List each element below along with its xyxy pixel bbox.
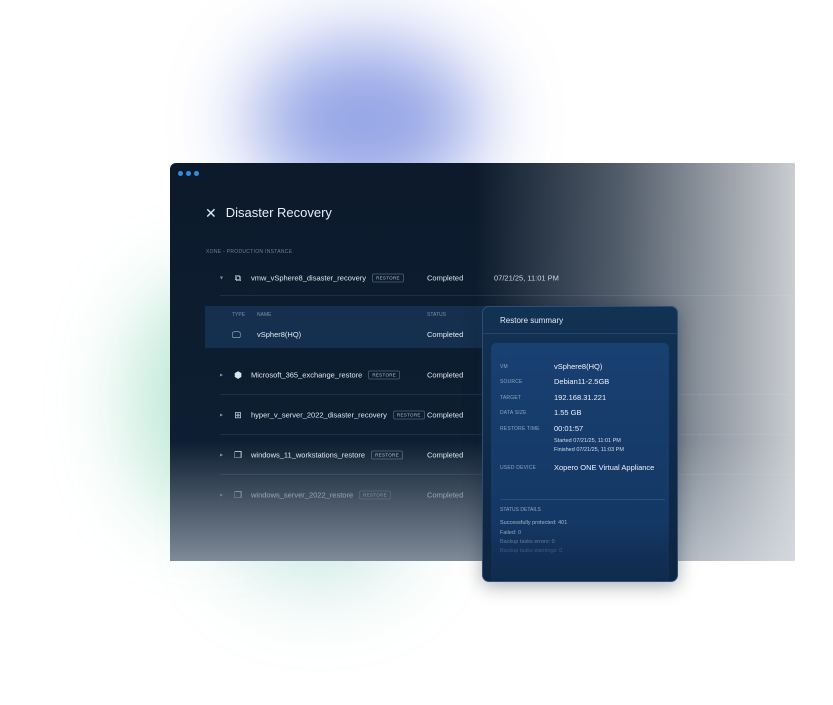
job-name-text: vmw_vSphere8_disaster_recovery [251,273,367,283]
field-label: SOURCE [500,379,523,385]
status-line: Successfully protected: 401 [500,520,568,526]
field-value: Xopero ONE Virtual Appliance [554,463,655,472]
job-status: Completed [427,410,464,420]
column-header-type: TYPE [232,312,246,318]
job-status: Completed [427,273,464,283]
restore-badge: RESTORE [359,490,391,500]
window-dot-icon[interactable] [186,171,191,176]
chevron-right-icon[interactable]: ▸ [220,372,223,379]
monitor-icon: 🖵 [232,330,241,340]
field-value: 192.168.31.221 [554,393,607,402]
status-line: Backup tasks warnings: 0 [500,548,563,554]
row-divider [220,295,795,296]
job-name: windows_11_workstations_restore RESTORE [251,450,403,460]
job-status: Completed [427,450,464,460]
files-icon: ❐ [233,450,243,460]
job-name: vmw_vSphere8_disaster_recovery RESTORE [251,273,404,283]
page-title: Disaster Recovery [225,205,332,220]
chevron-down-icon[interactable]: ▾ [220,275,223,282]
restore-badge: RESTORE [371,450,403,460]
subtable-row-status: Completed [427,330,464,339]
job-date: 07/21/25, 11:01 PM [494,273,559,283]
files-icon: ❐ [233,490,243,500]
restore-badge: RESTORE [372,273,404,283]
restore-summary-title: Restore summary [500,316,564,325]
window-dot-icon[interactable] [178,171,183,176]
job-name-text: hyper_v_server_2022_disaster_recovery [251,410,387,420]
job-name: windows_server_2022_restore RESTORE [251,490,391,500]
job-details-subtable: TYPE NAME STATUS 🖵 vSpher8(HQ) Completed [205,306,505,348]
m365-icon: ⬢ [234,370,242,380]
panel-divider [483,333,677,334]
column-header-name: NAME [257,312,272,318]
job-name-text: Microsoft_365_exchange_restore [251,370,363,380]
field-value: Debian11-2.5GB [554,377,610,386]
job-name-text: windows_11_workstations_restore [251,450,366,460]
x-logo-icon: ✕ [205,204,217,221]
job-name-text: windows_server_2022_restore [251,490,354,500]
instance-label: XONE - PRODUCTION INSTANCE [206,249,293,255]
window-dot-icon[interactable] [194,171,199,176]
restore-summary-panel: Restore summary VM vSphere8(HQ) SOURCE D… [482,306,678,582]
restore-badge: RESTORE [392,410,425,420]
vm-copy-icon: ⧉ [234,273,242,283]
status-line: Failed: 0 [500,530,522,536]
chevron-right-icon[interactable]: ▸ [220,492,223,499]
restore-badge: RESTORE [368,370,401,380]
field-label: VM [500,364,508,370]
windows-icon: ⊞ [234,410,242,420]
job-status: Completed [427,370,464,380]
restore-finished: Finished 07/21/25, 11:03 PM [554,447,624,453]
job-status: Completed [427,490,464,500]
status-line: Backup tasks errors: 0 [500,539,555,545]
field-label: TARGET [500,395,522,401]
field-value: 00:01:57 [554,424,584,433]
field-label: RESTORE TIME [500,426,540,432]
page-header: ✕ Disaster Recovery [205,205,332,220]
status-divider [500,499,665,500]
status-details-title: STATUS DETAILS [500,507,541,513]
restore-started: Started 07/21/25, 11:01 PM [554,438,621,444]
chevron-right-icon[interactable]: ▸ [220,452,223,459]
job-row[interactable]: ▾ ⧉ vmw_vSphere8_disaster_recovery RESTO… [170,258,795,298]
chevron-right-icon[interactable]: ▸ [220,412,223,419]
field-label: USED DEVICE [500,465,537,471]
column-header-status: STATUS [427,312,446,318]
job-name: hyper_v_server_2022_disaster_recovery RE… [251,410,425,420]
field-value: vSphere8(HQ) [554,362,603,371]
subtable-row-name[interactable]: vSpher8(HQ) [257,330,301,339]
window-controls [178,171,199,176]
job-name: Microsoft_365_exchange_restore RESTORE [251,370,401,380]
field-value: 1.55 GB [554,408,582,417]
field-label: DATA SIZE [500,410,527,416]
